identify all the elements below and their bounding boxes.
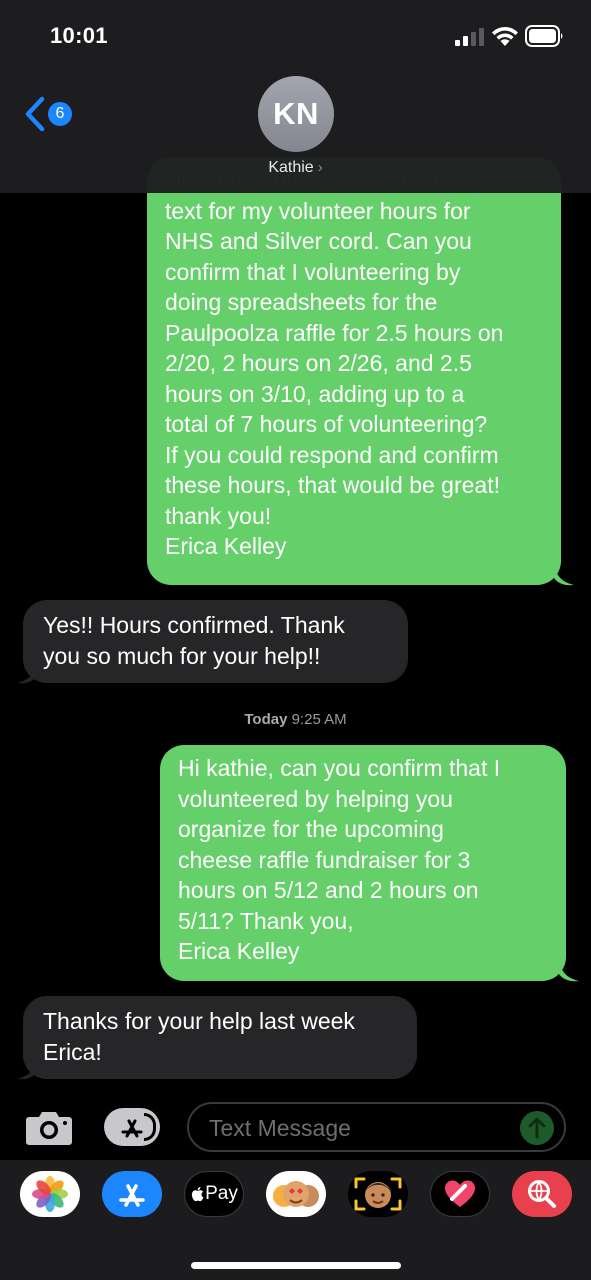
photos-icon [32,1176,68,1212]
outgoing-bubble-tail [559,960,579,982]
apple-pay-icon [192,1186,204,1202]
outgoing-bubble-tail [554,564,574,586]
camera-icon[interactable] [25,1108,73,1146]
timestamp: Today 9:25 AM [0,711,591,728]
status-time: 10:01 [50,23,108,48]
battery-icon [525,25,563,47]
incoming-bubble-tail [17,662,37,684]
memoji-icon [354,1177,402,1211]
outgoing-message-bubble[interactable]: Hi kathie, can you confirm that I volunt… [160,745,566,981]
back-chevron-icon[interactable] [23,96,45,132]
apps-button[interactable] [104,1108,160,1146]
wifi-icon [492,26,518,46]
digital-touch-app[interactable] [430,1171,490,1217]
unread-count-badge[interactable]: 6 [48,102,72,126]
photos-app[interactable] [20,1171,80,1217]
message-input-field[interactable] [187,1102,566,1152]
chevron-right-icon: › [317,159,323,176]
app-store-app[interactable] [102,1171,162,1217]
contact-name[interactable]: Kathie › [0,159,591,177]
contact-avatar[interactable]: KN [258,76,334,152]
home-indicator[interactable] [191,1262,401,1269]
app-store-icon [121,1119,143,1138]
message-input[interactable] [207,1112,511,1144]
timestamp-time: 9:25 AM [291,711,347,728]
memoji-stickers-icon [273,1181,319,1207]
memoji-app[interactable] [348,1171,408,1217]
conversation-header: 10:01 6 KN Kathie › [0,0,591,193]
apple-pay-label: Pay [205,1183,238,1204]
web-search-app[interactable] [512,1171,572,1217]
apple-pay-app[interactable]: Pay [184,1171,244,1217]
cellular-signal-icon [455,28,484,46]
incoming-message-bubble[interactable]: Yes!! Hours confirmed. Thank you so much… [23,600,408,683]
incoming-bubble-tail [17,1058,37,1080]
arrow-up-icon [528,1117,546,1139]
app-store-icon [119,1184,145,1207]
incoming-message-bubble[interactable]: Thanks for your help last week Erica! [23,996,417,1079]
web-search-icon [528,1180,556,1208]
send-button[interactable] [520,1111,554,1145]
digital-touch-icon [445,1180,475,1207]
contact-name-label: Kathie [268,159,314,176]
memoji-stickers-app[interactable] [266,1171,326,1217]
outgoing-message-bubble[interactable]: Hi kathie, this is a confirmation text f… [147,157,561,585]
timestamp-day: Today [244,711,288,728]
